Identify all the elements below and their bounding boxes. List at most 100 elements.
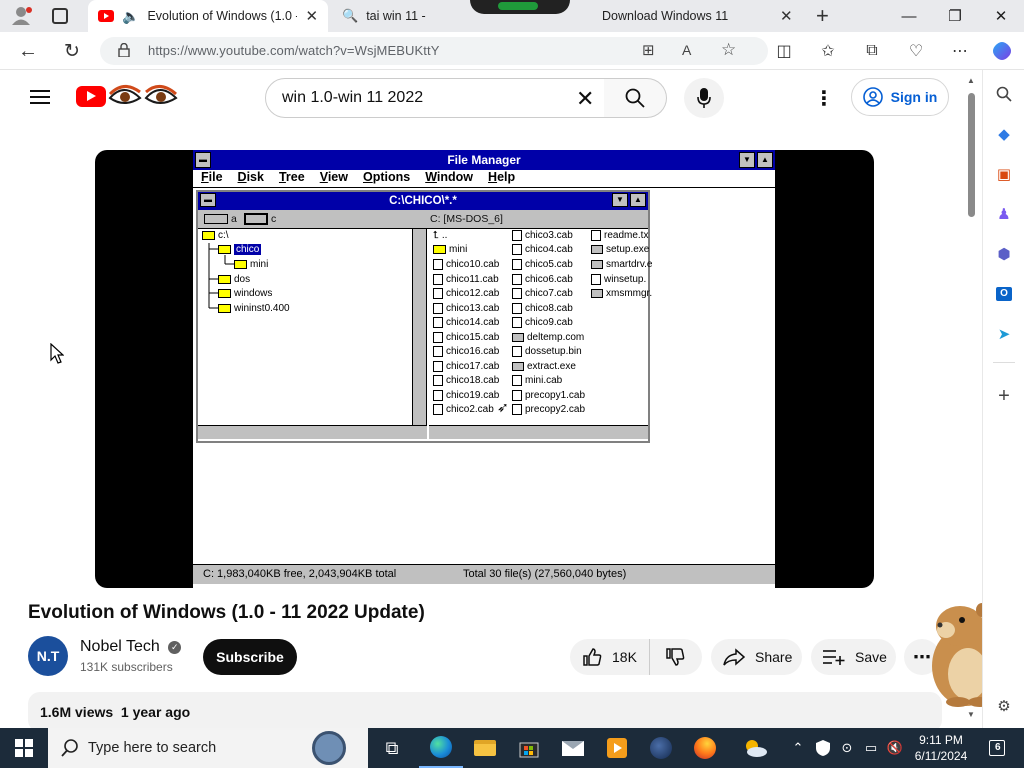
show-hidden-icons-chevron-icon[interactable]: ⌃ <box>788 728 808 768</box>
like-dislike-group: 18K <box>570 639 702 675</box>
channel-avatar[interactable]: N.T <box>28 636 68 676</box>
read-aloud-icon[interactable]: A <box>682 42 691 58</box>
subscriber-count: 131K subscribers <box>80 660 173 674</box>
more-options-icon[interactable]: ⋯ <box>946 37 974 65</box>
tools-briefcase-icon[interactable]: ▣ <box>992 162 1016 186</box>
file-icon <box>433 332 443 343</box>
profile-icon[interactable] <box>10 6 32 26</box>
youtube-logo-icon[interactable] <box>76 86 106 107</box>
refresh-icon[interactable]: ↻ <box>58 37 86 65</box>
shopping-tag-icon[interactable]: ◆ <box>992 122 1016 146</box>
tab-close-icon[interactable]: ✕ <box>780 7 793 25</box>
dislike-button[interactable] <box>650 639 700 675</box>
start-windows-icon[interactable] <box>2 728 46 768</box>
directory-titlebar: ▬ C:\CHICO\*.* ▼ ▲ <box>198 192 648 210</box>
taskbar-search-box[interactable]: Type here to search <box>48 728 368 768</box>
save-button[interactable]: Save <box>811 639 896 675</box>
volume-muted-icon[interactable]: 🔇 <box>884 728 906 768</box>
edge-sidebar: ◆ ▣ ♟ ⬢ O ➤ + ⚙ <box>982 70 1024 728</box>
firefox-icon[interactable] <box>683 728 727 768</box>
tray-app-icon[interactable]: ⊙ <box>836 728 858 768</box>
browser-tab-strip: 🔈 Evolution of Windows (1.0 - ✕ 🔍 tai wi… <box>0 0 1024 32</box>
vpn-globe-icon[interactable] <box>639 728 683 768</box>
audio-playing-icon[interactable]: 🔈 <box>122 8 139 25</box>
microsoft365-icon[interactable]: ⬢ <box>992 242 1016 266</box>
child-minimize-icon: ▼ <box>612 193 628 207</box>
channel-name[interactable]: Nobel Tech <box>80 638 160 655</box>
favorite-star-icon[interactable]: ☆ <box>721 40 736 60</box>
share-button[interactable]: Share <box>711 639 802 675</box>
tab-actions-icon[interactable] <box>52 8 68 24</box>
video-player[interactable]: ▬ File Manager ▼ ▲ File Disk Tree View O… <box>95 150 874 588</box>
app-available-icon[interactable]: ⊞ <box>642 41 655 59</box>
search-button[interactable] <box>604 78 667 118</box>
file-name: chico17.cab <box>446 361 500 372</box>
file-icon <box>433 303 443 314</box>
menu-tree: Tree <box>278 170 305 184</box>
tab-youtube-video[interactable]: 🔈 Evolution of Windows (1.0 - ✕ <box>88 0 328 32</box>
copilot-icon[interactable] <box>988 37 1016 65</box>
file-name: chico6.cab <box>525 274 573 285</box>
sidebar-search-icon[interactable] <box>992 82 1016 106</box>
clock[interactable]: 9:11 PM 6/11/2024 <box>906 728 976 768</box>
media-player-icon[interactable] <box>595 728 639 768</box>
lock-icon[interactable] <box>118 42 130 58</box>
settings-more-icon[interactable]: ⋮ <box>814 86 834 111</box>
voice-search-button[interactable] <box>684 78 724 118</box>
menu-options: Options <box>362 170 411 184</box>
like-button[interactable]: 18K <box>570 639 650 675</box>
tab-download-windows[interactable]: Download Windows 11 ✕ <box>590 0 808 32</box>
channel-name-row[interactable]: Nobel Tech ✓ <box>80 638 182 656</box>
clear-search-icon[interactable]: ✕ <box>576 86 594 112</box>
add-sidebar-app-icon[interactable]: + <box>992 384 1016 408</box>
file-item: chico5.cab <box>512 259 573 270</box>
notifications-button[interactable]: 6 <box>984 728 1010 768</box>
tab-close-icon[interactable]: ✕ <box>305 7 318 25</box>
verified-check-icon: ✓ <box>168 641 182 654</box>
microsoft-store-icon[interactable] <box>507 728 551 768</box>
split-screen-icon[interactable]: ◫ <box>770 37 798 65</box>
hamburger-menu-icon[interactable] <box>30 89 50 105</box>
file-icon <box>433 259 443 270</box>
games-character-icon[interactable]: ♟ <box>992 202 1016 226</box>
network-icon[interactable]: ▭ <box>860 728 882 768</box>
sign-in-button[interactable]: Sign in <box>851 78 949 116</box>
search-input[interactable]: win 1.0-win 11 2022 ✕ <box>265 78 605 118</box>
video-title: Evolution of Windows (1.0 - 11 2022 Upda… <box>28 602 425 623</box>
drive-a-label: a <box>231 213 237 225</box>
task-view-icon[interactable]: ⧉ <box>370 728 414 768</box>
address-bar[interactable]: https://www.youtube.com/watch?v=WsjMEBUK… <box>100 37 768 65</box>
file-explorer-icon[interactable] <box>463 728 507 768</box>
restore-button[interactable]: ❐ <box>932 0 978 32</box>
new-tab-button[interactable]: + <box>816 3 829 29</box>
file-item: dossetup.bin <box>512 346 582 357</box>
favorites-icon[interactable]: ✩ <box>814 37 842 65</box>
edge-browser-taskbar-icon[interactable] <box>419 728 463 768</box>
subscribe-button[interactable]: Subscribe <box>203 639 297 675</box>
extensions-icon[interactable]: ♡ <box>902 37 930 65</box>
close-window-button[interactable]: ✕ <box>978 0 1024 32</box>
back-arrow-icon[interactable]: ← <box>14 37 42 65</box>
file-name: chico8.cab <box>525 303 573 314</box>
tab-search[interactable]: 🔍 tai win 11 - <box>332 0 452 32</box>
weather-cloud-icon[interactable] <box>733 728 777 768</box>
outlook-icon[interactable]: O <box>992 282 1016 306</box>
file-name: chico18.cab <box>446 375 500 386</box>
youtube-header: win 1.0-win 11 2022 ✕ ⋮ Sign in <box>0 70 964 126</box>
scroll-down-arrow-icon[interactable]: ▼ <box>967 710 975 719</box>
program-icon <box>591 289 603 298</box>
open-folder-icon <box>218 245 231 254</box>
maximize-arrow-icon: ▲ <box>757 152 773 168</box>
file-manager-titlebar: ▬ File Manager ▼ ▲ <box>193 150 775 170</box>
minimize-button[interactable]: — <box>886 0 932 32</box>
page-scrollbar-thumb[interactable] <box>968 93 975 217</box>
taskbar-search-placeholder: Type here to search <box>88 740 217 756</box>
telegram-send-icon[interactable]: ➤ <box>992 322 1016 346</box>
scroll-up-arrow-icon[interactable]: ▲ <box>967 76 975 85</box>
collections-icon[interactable]: ⧉ <box>858 37 886 65</box>
mail-icon[interactable] <box>551 728 595 768</box>
description-box[interactable]: 1.6M views 1 year ago <box>28 692 942 732</box>
security-shield-icon[interactable] <box>812 728 834 768</box>
file-item: chico6.cab <box>512 274 573 285</box>
sidebar-settings-gear-icon[interactable]: ⚙ <box>992 694 1016 718</box>
